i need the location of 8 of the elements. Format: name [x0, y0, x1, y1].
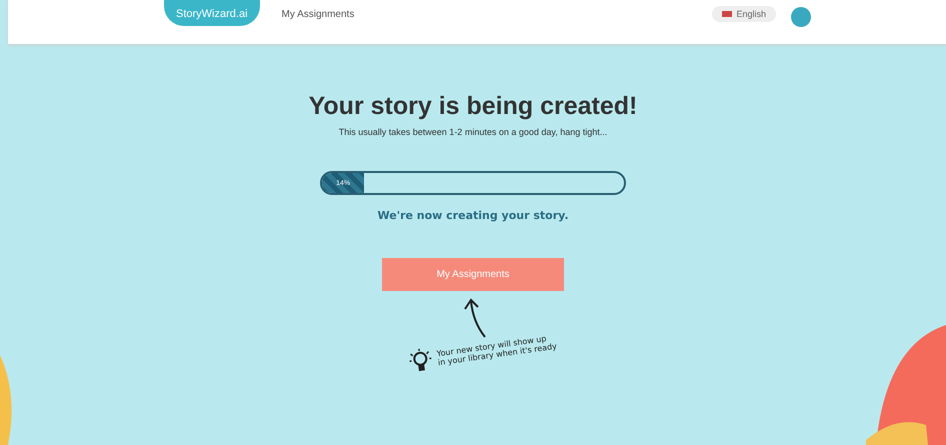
subtitle: This usually takes between 1-2 minutes on a good day, hang tight...: [338, 127, 608, 137]
my-assignments-link[interactable]: My Assignments: [282, 8, 354, 20]
hint-text: Your new story will show up in your library when it's ready: [436, 333, 558, 368]
flag-icon: [722, 11, 732, 17]
avatar-icon[interactable]: [790, 6, 812, 28]
page-title: Your story is being created!: [308, 92, 638, 121]
language-selector[interactable]: English: [712, 6, 776, 22]
status-text: We're now creating your story.: [378, 209, 568, 222]
